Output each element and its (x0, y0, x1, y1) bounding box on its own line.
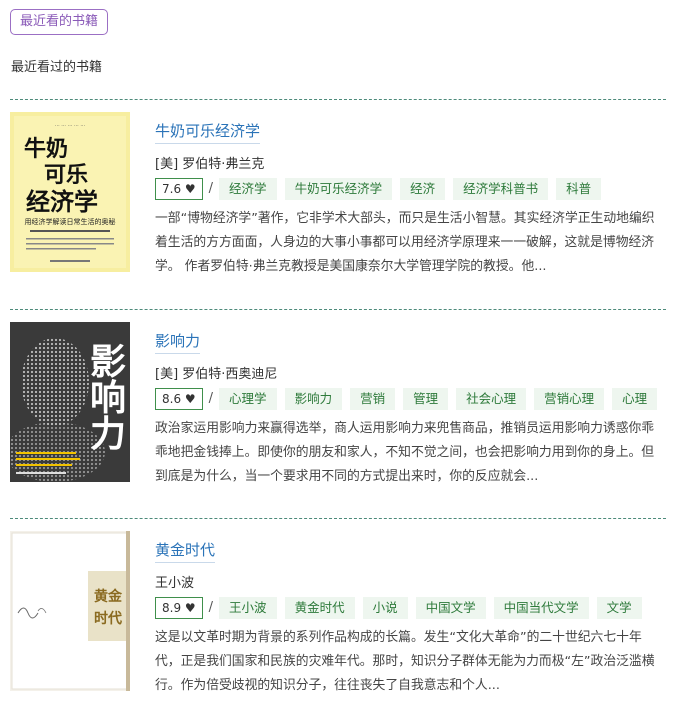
book-author: 王小波 (155, 576, 195, 591)
separator: / (208, 181, 214, 196)
tag[interactable]: 黄金时代 (284, 597, 355, 619)
book-title-link[interactable]: 影响力 (155, 330, 201, 354)
cover-title-line: 牛奶 (24, 136, 68, 162)
book-author: [美] 罗伯特·弗兰克 (155, 157, 265, 172)
tag[interactable]: 管理 (403, 388, 449, 410)
rating-badge: 8.9 ♥ (155, 597, 203, 619)
book-description: 政治家运用影响力来赢得选举，商人运用影响力来兜售商品，推销员运用影响力诱惑你乖乖… (155, 421, 655, 484)
tag[interactable]: 影响力 (284, 388, 343, 410)
cover-title-line: 响 (90, 378, 126, 419)
rating-badge: 8.6 ♥ (155, 388, 203, 410)
tag[interactable]: 中国当代文学 (493, 597, 589, 619)
separator: / (208, 600, 214, 615)
book-author: [美] 罗伯特·西奥迪尼 (155, 367, 278, 382)
cover-title-line: 时代 (94, 610, 122, 627)
section-title: 最近看过的书籍 (11, 60, 103, 75)
tag[interactable]: 科普 (556, 178, 602, 200)
recent-books-tab[interactable]: 最近看的书籍 (10, 9, 109, 35)
cover-title-line: 经济学 (26, 188, 98, 216)
tag[interactable]: 经济 (400, 178, 446, 200)
tag-row: 8.6 ♥ / 心理学 影响力 营销 管理 社会心理 营销心理 心理 (155, 388, 675, 410)
cover-title-line: 影 (90, 342, 126, 383)
tag[interactable]: 经济学科普书 (453, 178, 549, 200)
tag[interactable]: 心理 (612, 388, 658, 410)
book-title-link[interactable]: 黄金时代 (155, 539, 216, 563)
tag[interactable]: 心理学 (219, 388, 277, 410)
svg-text:··· ··· ··· ··· ···: ··· ··· ··· ··· ··· (55, 123, 86, 129)
tag-row: 7.6 ♥ / 经济学 牛奶可乐经济学 经济 经济学科普书 科普 (155, 178, 675, 200)
cover-title-line: 可乐 (44, 163, 88, 188)
tag[interactable]: 牛奶可乐经济学 (284, 178, 393, 200)
tag[interactable]: 营销 (350, 388, 396, 410)
book-cover[interactable]: 影 响 力 (10, 322, 130, 482)
rating-badge: 7.6 ♥ (155, 178, 203, 200)
tag-row: 8.9 ♥ / 王小波 黄金时代 小说 中国文学 中国当代文学 文学 (155, 597, 675, 619)
tag[interactable]: 文学 (596, 597, 642, 619)
book-card: 影 响 力 影响力 [美] 罗伯特·西奥迪尼 8.6 ♥ / 心理学 影响力 营销 管理社… (10, 309, 666, 519)
book-cover[interactable]: 黄金 时代 (10, 531, 130, 691)
book-cover[interactable]: ··· ··· ··· ··· ··· 牛奶 可乐 经济学 用经济学解读日常生活… (10, 112, 130, 272)
book-card: ··· ··· ··· ··· ··· 牛奶 可乐 经济学 用经济学解读日常生活… (10, 99, 666, 309)
separator: / (208, 391, 214, 406)
book-description: 一部“博物经济学”著作，它非学术大部头，而只是生活小智慧。其实经济学正生动地编织… (155, 211, 655, 274)
cover-title-line: 力 (90, 414, 126, 455)
tag[interactable]: 中国文学 (415, 597, 486, 619)
book-card: 黄金 时代 黄金时代 王小波 8.9 ♥ / 王小波 黄金时代 小说 中国文学 中国当代文学… (10, 518, 666, 725)
tag[interactable]: 营销心理 (534, 388, 605, 410)
cover-title-line: 黄金 (94, 588, 123, 605)
tag[interactable]: 社会心理 (456, 388, 527, 410)
book-title-link[interactable]: 牛奶可乐经济学 (155, 120, 261, 144)
cover-subtitle: 用经济学解读日常生活的奥秘 (25, 217, 116, 226)
tag[interactable]: 经济学 (219, 178, 277, 200)
tag[interactable]: 王小波 (219, 597, 277, 619)
book-description: 这是以文革时期为背景的系列作品构成的长篇。发生“文化大革命”的二十世纪六七十年代… (155, 630, 655, 693)
tag[interactable]: 小说 (362, 597, 408, 619)
